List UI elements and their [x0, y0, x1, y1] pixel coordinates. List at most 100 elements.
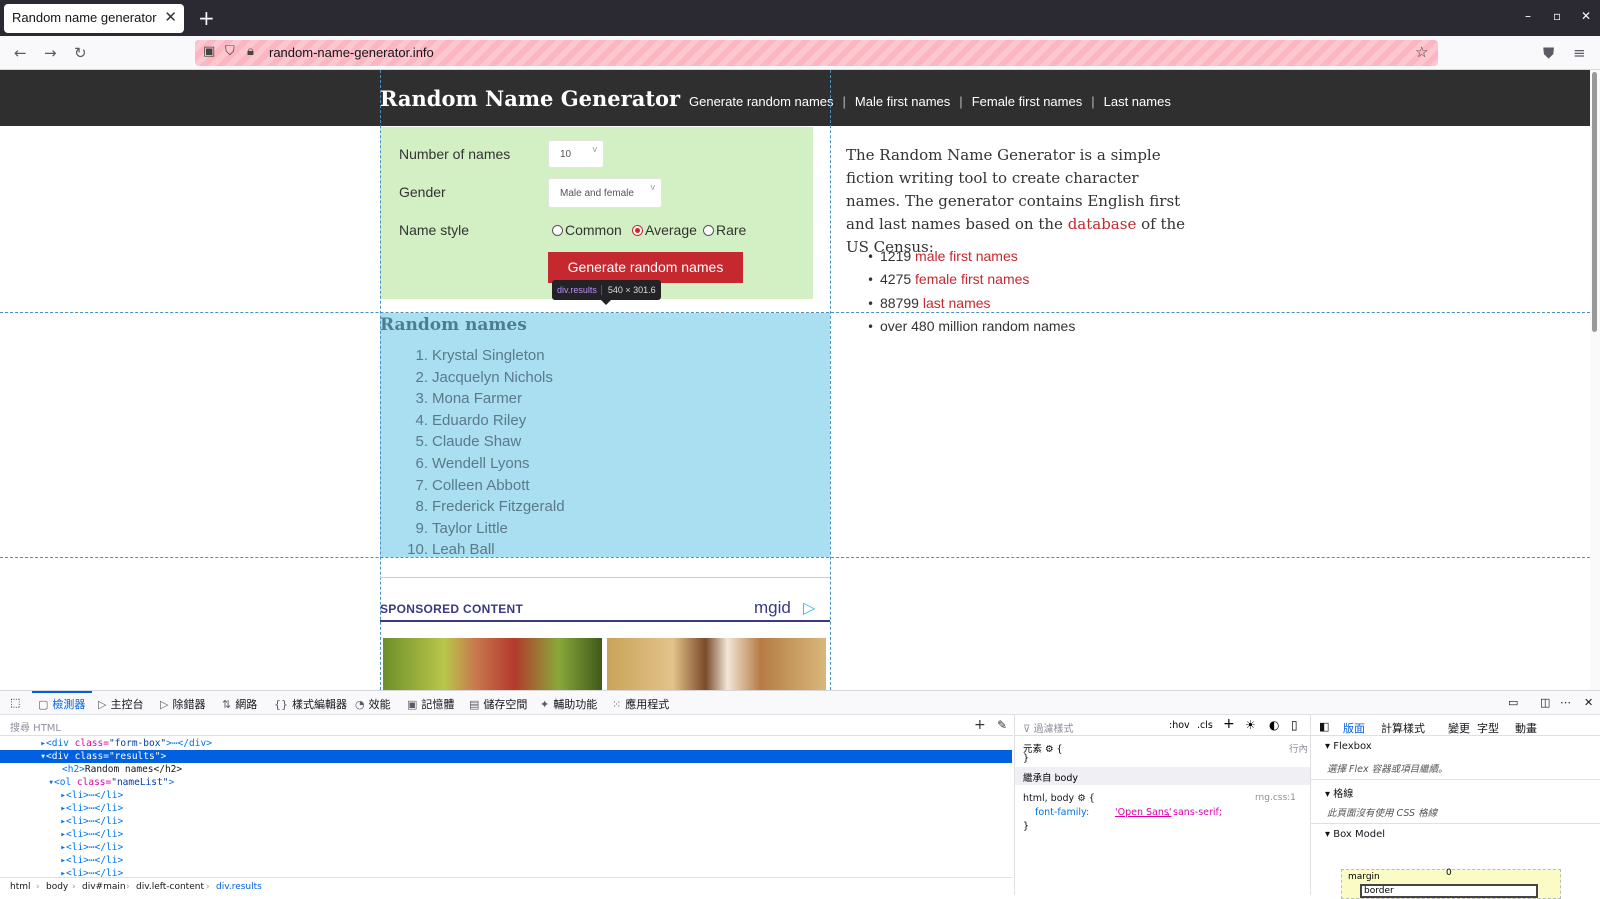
tab-changes[interactable]: 變更 [1448, 720, 1470, 736]
expand-toggle-icon[interactable]: ▸ [0, 854, 66, 867]
window-close-icon[interactable]: ✕ [1581, 9, 1591, 23]
radio-common[interactable]: Common [552, 222, 622, 238]
menu-icon[interactable]: ≡ [1573, 44, 1586, 62]
hov-toggle[interactable]: :hov [1169, 720, 1190, 731]
browser-tab[interactable]: Random name generator ✕ [4, 4, 184, 33]
breadcrumb-item[interactable]: body [46, 882, 68, 892]
url-text[interactable]: random-name-generator.info [269, 45, 434, 60]
tab-application[interactable]: ⁙ 應用程式 [612, 696, 669, 712]
radio-rare[interactable]: Rare [703, 222, 746, 238]
expand-toggle-icon[interactable]: ▸ [0, 815, 66, 828]
add-node-icon[interactable]: + [974, 717, 986, 733]
radio-circle-selected[interactable] [632, 225, 643, 236]
html-node[interactable]: <h2>Random names</h2> [0, 763, 1012, 776]
html-node[interactable]: ▸ <li>⋯</li> [0, 867, 1012, 877]
tab-network[interactable]: ⇅ 網路 [222, 696, 257, 712]
page-scrollbar[interactable] [1590, 70, 1600, 690]
eyedropper-icon[interactable]: ✎ [997, 718, 1007, 732]
rule-property[interactable]: font-family: [1035, 807, 1089, 818]
lock-icon[interactable]: 🔒︎ [247, 44, 254, 59]
html-search-input[interactable]: 搜尋 HTML [10, 719, 61, 734]
robot-icon[interactable]: ▣ [203, 44, 215, 59]
tab-accessibility[interactable]: ✦ 輔助功能 [540, 696, 597, 712]
new-tab-button[interactable]: + [198, 6, 215, 30]
tab-fonts[interactable]: 字型 [1477, 720, 1499, 736]
nav-link-last[interactable]: Last names [1104, 94, 1171, 109]
nav-link-male[interactable]: Male first names [855, 94, 950, 109]
expand-toggle-icon[interactable]: ▸ [0, 828, 66, 841]
more-options-icon[interactable]: ⋯ [1560, 696, 1571, 709]
scroll-thumb[interactable] [1592, 72, 1597, 332]
ad-image[interactable] [607, 638, 826, 690]
mgid-logo[interactable]: mgid [754, 598, 791, 618]
ad-choices-icon[interactable]: ▷ [803, 598, 815, 617]
radio-circle[interactable] [552, 225, 563, 236]
expand-toggle-icon[interactable]: ▸ [0, 867, 66, 877]
breadcrumb-item[interactable]: html [10, 882, 31, 892]
radio-circle[interactable] [703, 225, 714, 236]
back-icon[interactable]: ← [14, 44, 27, 62]
rule-value-fallback[interactable]: , sans-serif; [1167, 807, 1222, 818]
tab-console[interactable]: ▷ 主控台 [98, 696, 143, 712]
ad-image[interactable] [383, 638, 602, 690]
expand-toggle-icon[interactable]: ▾ [0, 750, 46, 763]
expand-toggle-icon[interactable]: ▾ [0, 776, 54, 789]
html-search-bar[interactable]: 搜尋 HTML + ✎ [0, 716, 1013, 736]
tab-debugger[interactable]: ▷ 除錯器 [160, 696, 205, 712]
html-node[interactable]: ▸ <li>⋯</li> [0, 789, 1012, 802]
tab-inspector[interactable]: ▢ 檢測器 [38, 696, 85, 712]
site-title[interactable]: Random Name Generator [380, 86, 680, 111]
rule-source[interactable]: rng.css:1 [1255, 793, 1296, 803]
radio-average[interactable]: Average [632, 222, 697, 238]
html-node[interactable]: ▸ <li>⋯</li> [0, 841, 1012, 854]
filter-styles-input[interactable]: ⊽ 過濾樣式 [1023, 720, 1074, 735]
margin-value[interactable]: 0 [1446, 868, 1452, 878]
expand-toggle-icon[interactable]: ▸ [0, 737, 46, 750]
html-node[interactable]: ▸ <li>⋯</li> [0, 828, 1012, 841]
light-theme-icon[interactable]: ☀ [1245, 718, 1256, 732]
number-select[interactable]: 10 v [548, 140, 604, 168]
tab-memory[interactable]: ▣ 記憶體 [407, 696, 454, 712]
last-names-link[interactable]: last names [923, 295, 991, 311]
male-names-link[interactable]: male first names [915, 248, 1018, 264]
generate-button[interactable]: Generate random names [548, 252, 743, 283]
database-link[interactable]: database [1068, 215, 1137, 233]
html-node[interactable]: ▸ <div class="form-box">⋯</div> [0, 737, 1012, 750]
pocket-icon[interactable]: ⛊ [1543, 44, 1554, 62]
reload-icon[interactable]: ↻ [74, 44, 87, 62]
sidebar-toggle-icon[interactable]: ◧ [1319, 720, 1329, 733]
female-names-link[interactable]: female first names [915, 271, 1029, 287]
shield-icon[interactable]: ⛉ [225, 44, 235, 59]
nav-link-female[interactable]: Female first names [972, 94, 1083, 109]
cls-toggle[interactable]: .cls [1197, 720, 1213, 731]
tab-computed[interactable]: 計算樣式 [1381, 720, 1425, 736]
html-node[interactable]: ▸ <li>⋯</li> [0, 815, 1012, 828]
pick-element-icon[interactable]: ⬚ [10, 696, 20, 709]
tab-style-editor[interactable]: {} 樣式編輯器 [274, 696, 347, 712]
html-node[interactable]: ▸ <li>⋯</li> [0, 854, 1012, 867]
boxmodel-section[interactable]: ▾ Box Model [1325, 829, 1385, 840]
tab-storage[interactable]: ▤ 儲存空間 [469, 696, 527, 712]
close-devtools-icon[interactable]: ✕ [1584, 696, 1593, 709]
expand-toggle-icon[interactable]: ▸ [0, 802, 66, 815]
breadcrumb-item-current[interactable]: div.results [216, 882, 262, 892]
dark-theme-icon[interactable]: ◐ [1269, 718, 1279, 732]
print-icon[interactable]: ▯ [1291, 718, 1298, 732]
tab-layout[interactable]: 版面 [1343, 720, 1365, 736]
nav-link-generate[interactable]: Generate random names [689, 94, 834, 109]
grid-section[interactable]: ▾ 格線 [1325, 785, 1353, 800]
html-node-selected[interactable]: ▾ <div class="results"> [0, 750, 1012, 763]
html-node[interactable]: ▾ <ol class="nameList"> [0, 776, 1012, 789]
url-bar[interactable]: ▣ ⛉ 🔒︎ random-name-generator.info ☆ [195, 40, 1438, 66]
dock-icon[interactable]: ◫ [1540, 696, 1550, 709]
html-node[interactable]: ▸ <li>⋯</li> [0, 802, 1012, 815]
add-rule-icon[interactable]: + [1223, 716, 1235, 732]
forward-icon[interactable]: → [44, 44, 57, 62]
tab-animations[interactable]: 動畫 [1515, 720, 1537, 736]
expand-toggle-icon[interactable]: ▸ [0, 789, 66, 802]
responsive-icon[interactable]: ▭ [1508, 696, 1518, 709]
expand-toggle-icon[interactable]: ▸ [0, 841, 66, 854]
tab-performance[interactable]: ◔ 效能 [355, 696, 391, 712]
breadcrumb-item[interactable]: div#main [82, 882, 126, 892]
rule-value-font[interactable]: 'Open Sans' [1115, 807, 1171, 818]
